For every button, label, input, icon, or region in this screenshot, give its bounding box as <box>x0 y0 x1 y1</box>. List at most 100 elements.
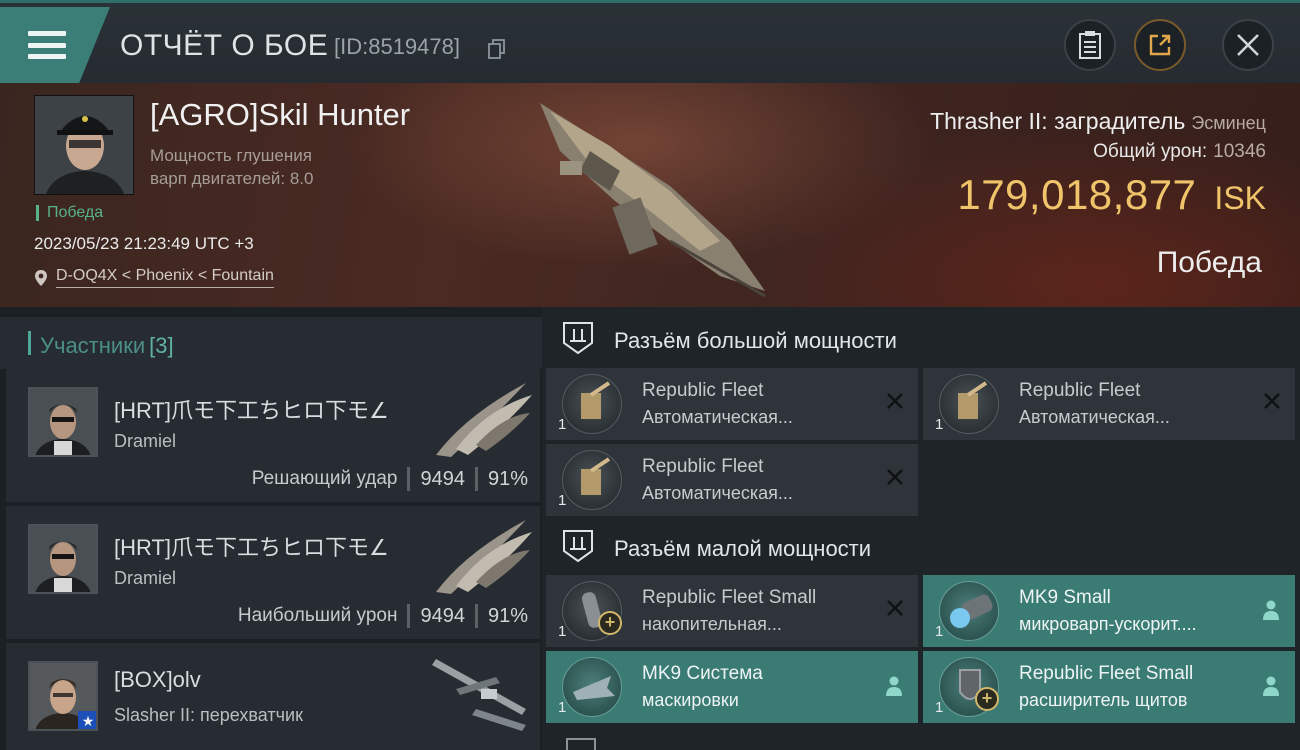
next-section-icon <box>566 738 596 750</box>
divider <box>474 604 478 628</box>
menu-icon <box>28 31 66 59</box>
module-slot[interactable]: 1 Republic Fleet Автоматическая... <box>923 368 1295 440</box>
module-type: Автоматическая... <box>642 407 793 427</box>
module-slot[interactable]: + 1 Republic Fleet Small накопительная..… <box>546 575 918 647</box>
low-slot-icon <box>563 530 593 563</box>
victim-ship-image <box>540 103 766 298</box>
participant-name[interactable]: [BOX]olv <box>114 667 201 693</box>
module-slot[interactable]: 1 Republic Fleet Автоматическая... <box>546 444 918 516</box>
module-name: MK9 Система <box>642 663 763 684</box>
total-damage: Общий урон: 10346 <box>1093 141 1266 163</box>
participant-stats: Наибольший урон 9494 91% <box>238 604 528 628</box>
participant-row[interactable]: ★ [BOX]olv Slasher II: перехватчик <box>6 643 540 750</box>
participants-panel: Участники [3] [HRT]爪モ下工ちヒロ下モ∠ Dramiel Реш… <box>0 307 542 750</box>
projectile-turret-icon <box>562 450 622 510</box>
module-quantity: 1 <box>558 623 567 640</box>
projectile-turret-icon <box>939 374 999 434</box>
remove-x-icon <box>1264 393 1280 409</box>
share-icon <box>1149 34 1171 56</box>
participants-count: [3] <box>149 333 174 358</box>
module-type: расширитель щитов <box>1019 690 1188 710</box>
pilot-icon <box>1263 676 1279 696</box>
low-slots-header: Разъём малой мощности <box>542 515 1300 575</box>
report-icon <box>1079 31 1101 59</box>
module-type: маскировки <box>642 690 739 710</box>
victim-ship[interactable]: Thrasher II: заградитель Эсминец <box>930 108 1266 135</box>
plus-badge-icon: + <box>598 611 622 635</box>
participant-name[interactable]: [HRT]爪モ下工ちヒロ下モ∠ <box>114 530 389 562</box>
outcome-tag: Победа <box>36 205 103 221</box>
module-name: MK9 Small <box>1019 587 1111 608</box>
high-slots-title: Разъём большой мощности <box>614 328 897 353</box>
module-quantity: 1 <box>935 416 944 433</box>
damage-percent: 91% <box>487 604 528 627</box>
module-slot[interactable]: + 1 Republic Fleet Small расширитель щит… <box>923 651 1295 723</box>
module-slot[interactable]: 1 Republic Fleet Автоматическая... <box>546 368 918 440</box>
plus-badge-icon: + <box>975 687 999 711</box>
remove-x-icon <box>887 469 903 485</box>
participant-avatar[interactable] <box>28 524 98 594</box>
microwarpdrive-icon <box>939 581 999 641</box>
module-type: микроварп-ускорит.... <box>1019 614 1197 634</box>
remove-x-icon <box>887 600 903 616</box>
battle-result: Победа <box>1156 246 1262 279</box>
divider <box>407 467 411 491</box>
damage-dealt: 9494 <box>420 604 465 627</box>
participant-ship-image <box>432 659 526 731</box>
module-quantity: 1 <box>935 699 944 716</box>
pilot-icon <box>1263 600 1279 620</box>
participant-row[interactable]: [HRT]爪モ下工ちヒロ下モ∠ Dramiel Решающий удар 94… <box>6 369 540 502</box>
isk-value: 179,018,877 <box>957 171 1197 218</box>
attribute-line-1: Мощность глушения <box>150 146 312 165</box>
module-quantity: 1 <box>558 416 567 433</box>
fitting-panel: Разъём большой мощности 1 Republic Fleet… <box>542 307 1300 750</box>
victim-name[interactable]: [AGRO]Skil Hunter <box>150 97 410 133</box>
copy-icon[interactable] <box>488 39 506 59</box>
module-quantity: 1 <box>935 623 944 640</box>
close-icon <box>1237 34 1259 56</box>
participant-name[interactable]: [HRT]爪モ下工ちヒロ下モ∠ <box>114 393 389 425</box>
report-button[interactable] <box>1064 19 1116 71</box>
participant-avatar[interactable] <box>28 387 98 457</box>
cloaking-device-icon <box>562 657 622 717</box>
projectile-turret-icon <box>562 374 622 434</box>
final-blow-label: Решающий удар <box>251 468 398 489</box>
module-quantity: 1 <box>558 492 567 509</box>
location-link[interactable]: D-OQ4X < Phoenix < Fountain <box>56 267 274 288</box>
module-name: Republic Fleet Small <box>1019 663 1194 684</box>
participant-ship: Dramiel <box>114 431 177 451</box>
high-slots-header: Разъём большой мощности <box>542 307 1300 367</box>
damage-value: 10346 <box>1213 141 1266 162</box>
damage-percent: 91% <box>487 467 528 490</box>
low-slots-title: Разъём малой мощности <box>614 536 872 561</box>
header-accent <box>28 331 31 355</box>
participants-header: Участники [3] <box>0 317 542 369</box>
divider <box>407 604 411 628</box>
share-button[interactable] <box>1134 19 1186 71</box>
top-bar: ОТЧЁТ О БОЕ [ID:8519478] <box>0 0 1300 83</box>
participant-stats: Решающий удар 9494 91% <box>252 467 528 491</box>
participant-ship-image <box>436 520 532 594</box>
participant-avatar[interactable]: ★ <box>28 661 98 731</box>
module-slot[interactable]: 1 MK9 Small микроварп-ускорит.... <box>923 575 1295 647</box>
isk-total: 179,018,877 ISK <box>957 171 1266 219</box>
module-name: Republic Fleet <box>642 380 764 401</box>
module-type: накопительная... <box>642 614 782 634</box>
participant-row[interactable]: [HRT]爪モ下工ちヒロ下モ∠ Dramiel Наибольший урон … <box>6 506 540 639</box>
participants-label: Участники <box>40 333 146 358</box>
isk-unit: ISK <box>1214 180 1266 216</box>
participant-ship-image <box>436 383 532 457</box>
location[interactable]: D-OQ4X < Phoenix < Fountain <box>34 267 274 288</box>
module-quantity: 1 <box>558 699 567 716</box>
close-button[interactable] <box>1222 19 1274 71</box>
module-name: Republic Fleet <box>642 456 764 477</box>
kill-datetime: 2023/05/23 21:23:49 UTC +3 <box>34 234 254 253</box>
participants-title: Участники [3] <box>40 333 174 359</box>
attribute-line-2: варп двигателей: 8.0 <box>150 169 314 188</box>
module-slot[interactable]: 1 MK9 Система маскировки <box>546 651 918 723</box>
module-name: Republic Fleet <box>1019 380 1141 401</box>
menu-button[interactable] <box>0 7 110 83</box>
kill-summary: [AGRO]Skil Hunter Мощность глушения варп… <box>0 83 1300 307</box>
ship-class: Эсминец <box>1191 113 1266 133</box>
victim-avatar[interactable] <box>34 95 134 195</box>
